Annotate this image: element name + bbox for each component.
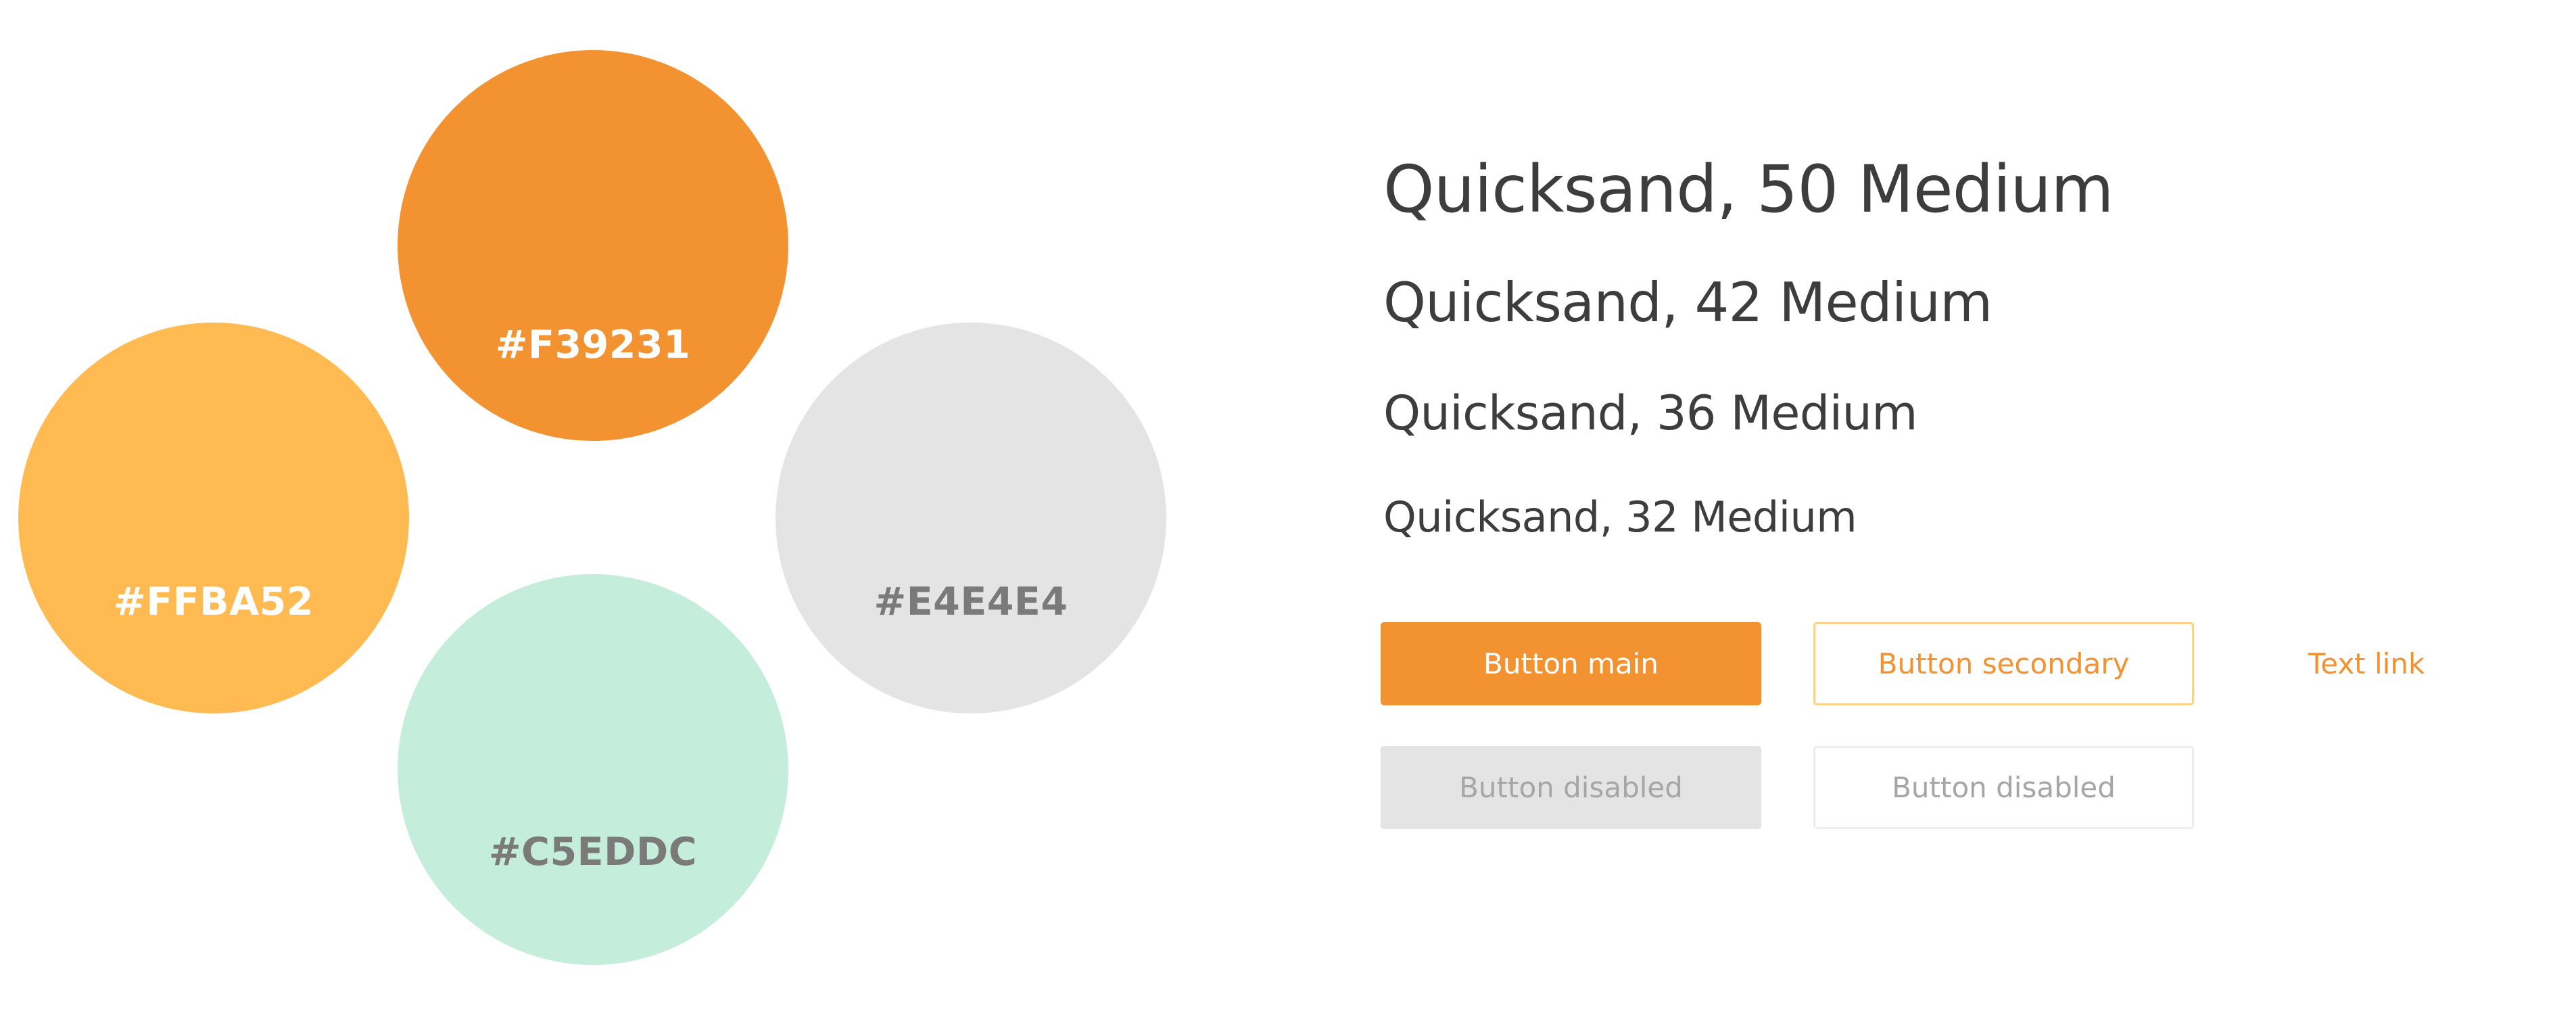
- secondary-button[interactable]: Button secondary: [1813, 622, 2194, 705]
- color-swatch-orange: #F39231: [398, 50, 788, 441]
- type-sample-32: Quicksand, 32 Medium: [1383, 492, 1857, 542]
- main-button[interactable]: Button main: [1381, 622, 1761, 705]
- swatch-hex-label: #F39231: [495, 323, 691, 367]
- disabled-filled-button-label: Button disabled: [1459, 771, 1683, 804]
- color-swatch-yellow: #FFBA52: [18, 323, 409, 713]
- color-swatch-grey: #E4E4E4: [776, 323, 1166, 713]
- disabled-outline-button-label: Button disabled: [1892, 771, 2116, 804]
- swatch-hex-label: #E4E4E4: [874, 580, 1068, 624]
- type-sample-42: Quicksand, 42 Medium: [1383, 271, 1993, 334]
- swatch-hex-label: #C5EDDC: [488, 830, 698, 874]
- main-button-label: Button main: [1483, 647, 1659, 680]
- color-swatch-mint: #C5EDDC: [398, 574, 788, 965]
- disabled-outline-button[interactable]: Button disabled: [1813, 746, 2194, 829]
- secondary-button-label: Button secondary: [1878, 647, 2130, 680]
- type-sample-36: Quicksand, 36 Medium: [1383, 385, 1917, 441]
- text-link-label: Text link: [2308, 647, 2425, 680]
- swatch-hex-label: #FFBA52: [113, 580, 314, 624]
- disabled-filled-button[interactable]: Button disabled: [1381, 746, 1761, 829]
- text-link[interactable]: Text link: [2285, 622, 2448, 705]
- type-sample-50: Quicksand, 50 Medium: [1383, 151, 2114, 227]
